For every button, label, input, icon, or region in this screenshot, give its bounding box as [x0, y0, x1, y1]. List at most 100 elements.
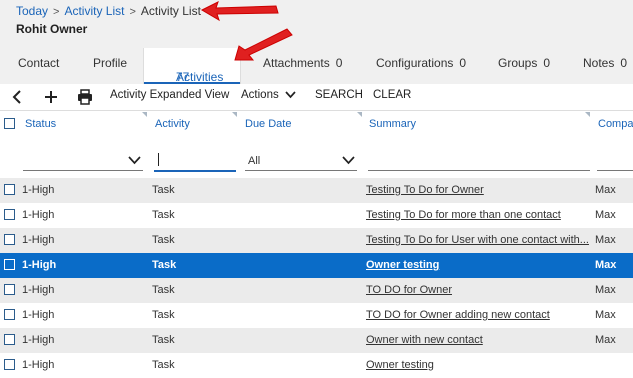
tab-label: Profile [93, 56, 128, 70]
column-header-activity[interactable]: Activity [155, 118, 190, 130]
activity-cell: Task [152, 359, 175, 371]
add-icon[interactable] [43, 89, 59, 105]
row-checkbox[interactable] [4, 259, 15, 270]
search-button[interactable]: SEARCH [315, 89, 363, 101]
summary-link[interactable]: Owner testing [366, 259, 439, 271]
table-row[interactable]: 1-High Task TO DO for Owner adding new con… [0, 303, 633, 328]
breadcrumb: Today > Activity List > Activity List [16, 4, 201, 18]
tab-count: 0 [543, 56, 551, 70]
row-checkbox[interactable] [4, 184, 15, 195]
resize-handle-icon[interactable] [357, 112, 362, 117]
text-cursor [158, 153, 159, 166]
activity-cell: Task [152, 184, 175, 196]
status-filter-select[interactable] [23, 150, 143, 172]
activity-cell: Task [152, 284, 175, 296]
tab-label: Notes [583, 56, 615, 70]
table-row[interactable]: 1-High Task TO DO for Owner Max [0, 278, 633, 303]
activity-cell: Task [152, 259, 177, 271]
print-icon[interactable] [77, 89, 93, 105]
status-cell: 1-High [22, 184, 55, 196]
column-header-company[interactable]: Compa [598, 118, 633, 130]
status-cell: 1-High [22, 209, 55, 221]
column-header-due-date[interactable]: Due Date [245, 118, 291, 130]
breadcrumb-activity-list[interactable]: Activity List [64, 4, 124, 18]
tab-notes[interactable]: Notes 0 [583, 56, 627, 70]
status-cell: 1-High [22, 284, 55, 296]
summary-link[interactable]: Testing To Do for Owner [366, 184, 484, 196]
expanded-view-button[interactable]: Activity Expanded View [110, 89, 229, 101]
annotation-arrow-icon [200, 1, 279, 22]
summary-link[interactable]: Testing To Do for more than one contact [366, 209, 561, 221]
chevron-right-icon: > [129, 6, 136, 18]
table-row[interactable]: 1-High Task Testing To Do for Owner Max [0, 178, 633, 203]
field-underline [597, 170, 633, 171]
table-row[interactable]: 1-High Task Owner testing Max [0, 253, 633, 278]
page-header: Today > Activity List > Activity List Rohit … [0, 0, 633, 84]
resize-handle-icon[interactable] [585, 112, 590, 117]
field-underline [154, 170, 236, 172]
row-checkbox[interactable] [4, 284, 15, 295]
status-cell: 1-High [22, 234, 55, 246]
resize-handle-icon[interactable] [142, 112, 147, 117]
row-checkbox[interactable] [4, 209, 15, 220]
status-cell: 1-High [22, 359, 55, 371]
summary-link[interactable]: TO DO for Owner [366, 284, 452, 296]
field-underline [23, 170, 143, 171]
company-cell: Max [595, 259, 617, 271]
summary-link[interactable]: Owner testing [366, 359, 434, 371]
column-header-row: Status Activity Due Date Summary Compa [0, 110, 633, 136]
clear-button[interactable]: CLEAR [373, 89, 411, 101]
select-all-checkbox[interactable] [4, 118, 15, 129]
due-date-filter-value: All [248, 155, 261, 167]
company-cell: Max [595, 209, 616, 221]
activity-cell: Task [152, 234, 175, 246]
tab-groups[interactable]: Groups 0 [498, 56, 550, 70]
chevron-right-icon: > [53, 6, 60, 18]
status-cell: 1-High [22, 334, 55, 346]
tab-configurations[interactable]: Configurations 0 [376, 56, 466, 70]
company-filter-input[interactable] [597, 150, 633, 172]
filter-row: All [0, 150, 633, 176]
resize-handle-icon[interactable] [232, 112, 237, 117]
tab-count: 0 [459, 56, 467, 70]
summary-link[interactable]: TO DO for Owner adding new contact [366, 309, 550, 321]
tab-contact[interactable]: Contact [18, 56, 59, 70]
annotation-arrow-icon [234, 28, 293, 61]
actions-menu-button[interactable]: Actions [241, 89, 296, 101]
table-row[interactable]: 1-High Task Testing To Do for User with on… [0, 228, 633, 253]
field-underline [245, 170, 357, 171]
tab-label: Groups [498, 56, 538, 70]
activity-table-body: 1-High Task Testing To Do for Owner Max 1-Hi… [0, 178, 633, 378]
tab-profile[interactable]: Profile [93, 56, 127, 70]
company-cell: Max [595, 334, 616, 346]
summary-link[interactable]: Owner with new contact [366, 334, 483, 346]
summary-link[interactable]: Testing To Do for User with one contact … [366, 234, 589, 246]
tab-label: Contact [18, 56, 60, 70]
activity-cell: Task [152, 209, 175, 221]
breadcrumb-today[interactable]: Today [16, 4, 48, 18]
toolbar: Activity Expanded View Actions SEARCH CL… [0, 84, 633, 111]
actions-label: Actions [241, 89, 279, 101]
chevron-down-icon [342, 156, 355, 165]
due-date-filter-select[interactable]: All [245, 150, 357, 172]
activity-cell: Task [152, 309, 175, 321]
table-row[interactable]: 1-High Task Testing To Do for more than on… [0, 203, 633, 228]
row-checkbox[interactable] [4, 234, 15, 245]
row-checkbox[interactable] [4, 309, 15, 320]
tab-count: 0 [620, 56, 628, 70]
back-icon[interactable] [10, 89, 24, 105]
chevron-down-icon [285, 91, 296, 99]
status-cell: 1-High [22, 259, 57, 271]
summary-filter-input[interactable] [368, 150, 590, 172]
activity-filter-input[interactable] [154, 150, 236, 172]
row-checkbox[interactable] [4, 334, 15, 345]
row-checkbox[interactable] [4, 359, 15, 370]
column-header-summary[interactable]: Summary [369, 118, 416, 130]
column-header-status[interactable]: Status [25, 118, 56, 130]
table-row[interactable]: 1-High Task Owner with new contact Max [0, 328, 633, 353]
company-cell: Max [595, 309, 616, 321]
company-cell: Max [595, 284, 616, 296]
field-underline [368, 170, 590, 171]
breadcrumb-current: Activity List [140, 4, 201, 18]
tab-count: 0 [335, 56, 343, 70]
